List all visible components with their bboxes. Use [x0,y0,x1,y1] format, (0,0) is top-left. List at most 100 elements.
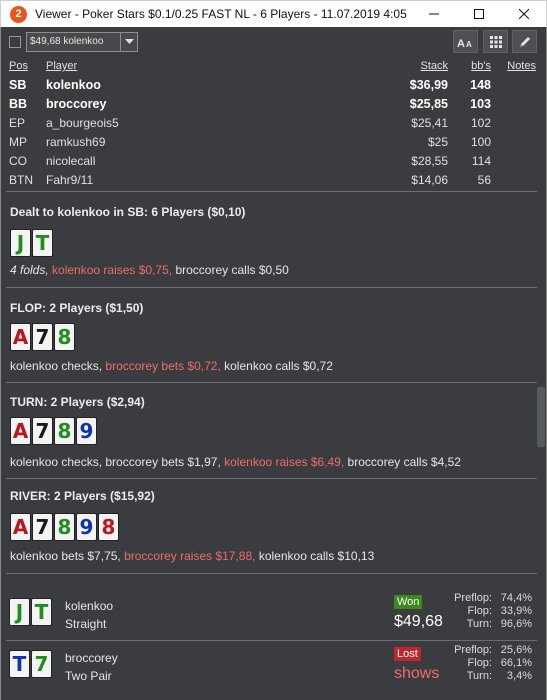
select-checkbox[interactable] [9,36,21,48]
action-text: broccorey calls $4,52 [344,455,461,469]
table-row[interactable]: EP a_bourgeois5 $25,41 102 [1,114,546,133]
card: J [10,229,31,257]
font-size-icon: A A [457,38,472,48]
app-logo-icon: 2 [10,5,27,23]
card: 7 [31,650,52,678]
window-title: Viewer - Poker Stars $0.1/0.25 FAST NL -… [35,7,407,21]
result-hand-rank: Straight [65,617,107,631]
font-size-button[interactable]: A A [453,30,478,53]
stat-value: 74,4% [500,592,532,604]
edit-button[interactable] [512,30,537,53]
minimize-button[interactable] [411,1,456,27]
close-button[interactable] [501,1,546,27]
player-name: kolenkoo [46,78,101,92]
player-bb: 103 [470,97,491,111]
player-stack: $14,06 [411,173,448,187]
card: 8 [54,513,75,541]
won-amount: $49,68 [394,613,443,630]
action-text: kolenkoo checks, [10,359,103,373]
col-pos-header[interactable]: Pos [9,60,28,72]
player-pos: BB [9,97,28,111]
result-player-name: broccorey [65,651,118,665]
card: T [9,650,30,678]
table-row[interactable]: MP ramkush69 $25 100 [1,133,546,152]
player-stack: $36,99 [409,78,448,92]
player-name: broccorey [46,97,107,111]
table-row[interactable]: CO nicolecall $28,55 114 [1,152,546,171]
close-icon [518,9,529,19]
board-cards: A 7 8 9 8 [10,513,119,541]
player-pos: EP [9,116,26,130]
player-stack: $28,55 [411,154,448,168]
player-pos: SB [9,78,27,92]
action-text: kolenkoo calls $10,13 [255,549,375,563]
card: A [10,323,31,351]
player-name: nicolecall [46,154,96,168]
player-name: Fahr9/11 [46,173,94,187]
grid-button[interactable] [483,30,508,53]
col-bb-header[interactable]: bb's [471,60,491,72]
col-stack-header[interactable]: Stack [420,60,448,72]
player-stack: $25,85 [409,97,448,111]
hand-select[interactable]: $49,68 kolenkoo [26,32,138,52]
player-pos: CO [9,154,27,168]
card: 7 [32,323,53,351]
player-bb: 114 [471,154,491,168]
equity-stats: Preflop: 25,6% Flop: 66,1% Turn: 3,4% [454,644,532,683]
divider [6,573,537,574]
stat-label: Flop: [467,605,492,617]
player-name: a_bourgeois5 [46,116,119,130]
action-text-highlight: broccorey bets $0,72, [102,359,221,373]
maximize-button[interactable] [456,1,501,27]
board-cards: A 7 8 [10,323,75,351]
preflop-action: 4 folds, kolenkoo raises $0,75, broccore… [10,263,289,277]
scrollbar-thumb[interactable] [537,387,545,447]
action-text-highlight: kolenkoo raises $0,75, [48,263,173,277]
action-text: kolenkoo bets $7,75, [10,549,121,563]
player-pos: BTN [9,173,33,187]
grid-icon [489,35,502,48]
card: J [9,598,30,626]
title-bar: 2 Viewer - Poker Stars $0.1/0.25 FAST NL… [0,0,547,27]
stat-value: 3,4% [506,670,532,682]
action-text-highlight: broccorey raises $17,88, [120,549,256,563]
lost-badge: Lost [394,647,421,661]
card: 8 [54,323,75,351]
minimize-icon [428,13,439,15]
table-row[interactable]: SB kolenkoo $36,99 148 [1,76,546,95]
col-player-header[interactable]: Player [46,60,77,72]
stat-value: 33,9% [500,605,532,617]
table-row[interactable]: BTN Fahr9/11 $14,06 56 [1,171,546,190]
shows-label: shows [394,665,440,682]
divider [6,287,537,288]
flop-action: kolenkoo checks, broccorey bets $0,72, k… [10,359,333,373]
players-table-header: Pos Player Stack bb's Notes [1,60,546,76]
divider [6,382,537,383]
col-notes-header[interactable]: Notes [507,60,536,72]
action-text: kolenkoo checks, broccorey bets $1,97, [10,455,221,469]
player-bb: 56 [477,173,491,187]
hole-cards: J T [10,229,53,257]
result-row-winner[interactable]: J T kolenkoo Straight Won $49,68 Preflop… [1,589,546,639]
turn-title: TURN: 2 Players ($2,94) [10,395,145,409]
hand-select-value: $49,68 kolenkoo [30,36,104,47]
action-text: kolenkoo calls $0,72 [220,359,333,373]
table-row[interactable]: BB broccorey $25,85 103 [1,95,546,114]
player-stack: $25,41 [411,116,448,130]
stat-label: Preflop: [454,592,492,604]
card: 8 [54,417,75,445]
player-name: ramkush69 [46,135,106,149]
equity-stats: Preflop: 74,4% Flop: 33,9% Turn: 96,6% [454,592,532,631]
chevron-down-icon[interactable] [120,33,137,51]
toolbar: $49,68 kolenkoo A A [1,27,546,57]
maximize-icon [473,9,484,19]
player-bb: 100 [470,135,491,149]
action-text: broccorey calls $0,50 [172,263,289,277]
stat-label: Flop: [467,657,492,669]
player-bb: 148 [470,78,491,92]
card: A [10,513,31,541]
result-hand-rank: Two Pair [65,669,112,683]
card: 7 [32,513,53,541]
result-row-loser[interactable]: T 7 broccorey Two Pair Lost shows Preflo… [1,641,546,691]
board-cards: A 7 8 9 [10,417,97,445]
